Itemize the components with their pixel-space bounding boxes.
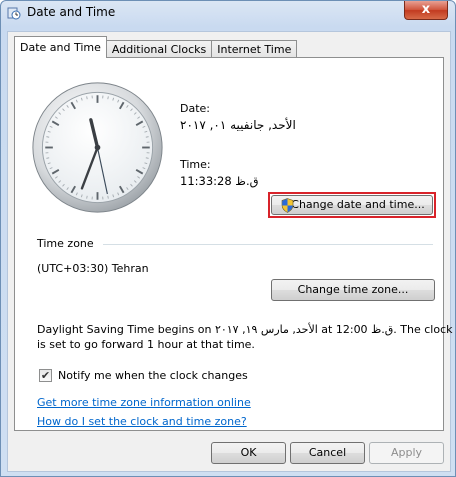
time-zone-divider bbox=[103, 244, 433, 245]
time-zone-value: (UTC+03:30) Tehran bbox=[37, 262, 149, 275]
tab-date-and-time[interactable]: Date and Time bbox=[14, 36, 107, 58]
uac-shield-icon bbox=[281, 198, 294, 213]
minute-tick bbox=[46, 157, 50, 159]
change-date-time-button[interactable]: Change date and time... bbox=[271, 195, 433, 215]
help-clock-link[interactable]: How do I set the clock and time zone? bbox=[37, 415, 247, 428]
checkmark-icon: ✔ bbox=[40, 369, 51, 382]
close-icon: x bbox=[421, 2, 431, 17]
time-label: Time: bbox=[180, 158, 211, 171]
dialog-body: Date and Time Additional Clocks Internet… bbox=[7, 31, 452, 472]
minute-tick bbox=[145, 136, 149, 138]
minute-tick bbox=[46, 136, 50, 138]
window-title: Date and Time bbox=[27, 5, 116, 19]
time-zone-info-link[interactable]: Get more time zone information online bbox=[37, 396, 251, 409]
minute-tick bbox=[86, 96, 88, 100]
apply-button[interactable]: Apply bbox=[369, 442, 444, 464]
date-value: الأحد, جانفييه ٠١, ٢٠١٧ bbox=[180, 118, 296, 132]
minute-tick bbox=[86, 195, 88, 199]
time-value: ق.ظ 11:33:28 bbox=[180, 174, 259, 188]
tab-strip: Date and Time Additional Clocks Internet… bbox=[14, 36, 298, 58]
minute-tick bbox=[145, 157, 149, 159]
minute-tick bbox=[107, 195, 109, 199]
minute-tick bbox=[107, 96, 109, 100]
date-and-time-page: Date: الأحد, جانفييه ٠١, ٢٠١٧ Time: ق.ظ … bbox=[14, 57, 452, 431]
date-time-dialog: Date and Time x Date and Time Additional… bbox=[0, 0, 456, 477]
tab-additional-clocks[interactable]: Additional Clocks bbox=[105, 40, 213, 58]
analog-clock bbox=[32, 82, 163, 213]
ok-button[interactable]: OK bbox=[211, 442, 286, 464]
date-label: Date: bbox=[180, 102, 210, 115]
time-zone-heading: Time zone bbox=[37, 237, 94, 250]
title-bar: Date and Time x bbox=[1, 1, 455, 25]
dst-text-line-1: Daylight Saving Time begins on الأحد, ما… bbox=[37, 323, 453, 336]
notify-label: Notify me when the clock changes bbox=[58, 369, 248, 382]
change-date-time-label: Change date and time... bbox=[291, 198, 425, 211]
tab-internet-time[interactable]: Internet Time bbox=[211, 40, 298, 58]
clock-app-icon bbox=[7, 7, 21, 20]
change-time-zone-button[interactable]: Change time zone... bbox=[271, 279, 435, 301]
close-button[interactable]: x bbox=[404, 1, 448, 20]
dst-text-line-2: is set to go forward 1 hour at that time… bbox=[37, 338, 255, 351]
cancel-button[interactable]: Cancel bbox=[290, 442, 365, 464]
notify-checkbox[interactable]: ✔ bbox=[39, 369, 52, 382]
